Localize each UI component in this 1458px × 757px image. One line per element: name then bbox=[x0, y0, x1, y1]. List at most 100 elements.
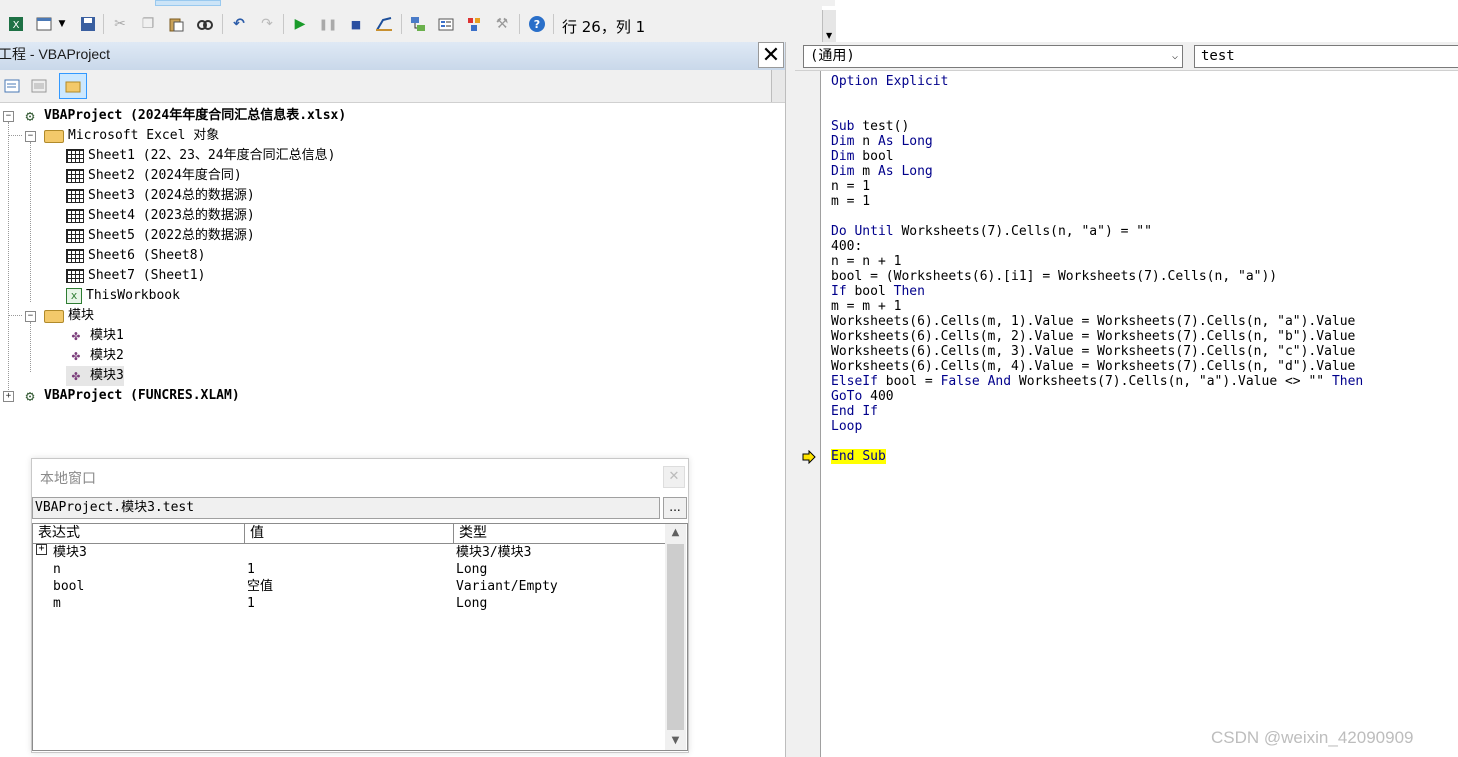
excel-icon[interactable]: X bbox=[6, 14, 26, 34]
tree-item-sheet7[interactable]: Sheet7 (Sheet1) bbox=[66, 266, 205, 286]
toolbar-separator bbox=[401, 14, 402, 34]
code-line[interactable]: Worksheets(6).Cells(m, 2).Value = Worksh… bbox=[831, 329, 1363, 344]
locals-row[interactable]: m 1 Long bbox=[33, 595, 665, 612]
code-line[interactable] bbox=[831, 209, 1363, 224]
tree-item-modules-folder[interactable]: 模块 bbox=[44, 306, 94, 326]
code-line[interactable]: m = m + 1 bbox=[831, 299, 1363, 314]
code-line[interactable]: Dim bool bbox=[831, 149, 1363, 164]
locals-value[interactable]: 1 bbox=[247, 595, 255, 612]
code-margin-indicator-bar[interactable] bbox=[795, 71, 821, 757]
code-line[interactable] bbox=[831, 104, 1363, 119]
locals-scrollbar[interactable]: ▲ ▼ bbox=[665, 524, 686, 750]
tree-item-module2[interactable]: ✤ 模块2 bbox=[66, 346, 124, 366]
module-icon: ✤ bbox=[71, 348, 81, 364]
paste-icon[interactable] bbox=[166, 14, 186, 34]
tree-item-sheet2[interactable]: Sheet2 (2024年度合同) bbox=[66, 166, 242, 186]
expand-icon[interactable]: + bbox=[3, 391, 14, 402]
code-line[interactable]: End If bbox=[831, 404, 1363, 419]
tree-item-module3[interactable]: ✤ 模块3 bbox=[66, 366, 124, 386]
tree-item-excel-objects[interactable]: Microsoft Excel 对象 bbox=[44, 126, 219, 146]
sheet-icon bbox=[66, 189, 84, 203]
scroll-up-icon[interactable]: ▲ bbox=[665, 524, 686, 542]
insert-userform-icon[interactable] bbox=[34, 14, 54, 34]
code-line[interactable] bbox=[831, 434, 1363, 449]
close-icon[interactable]: ✕ bbox=[758, 42, 784, 68]
locals-row[interactable]: n 1 Long bbox=[33, 561, 665, 578]
code-line[interactable]: Option Explicit bbox=[831, 74, 1363, 89]
save-icon[interactable] bbox=[78, 14, 98, 34]
column-header-type[interactable]: 类型 bbox=[454, 524, 665, 543]
code-line[interactable]: ElseIf bool = False And Worksheets(7).Ce… bbox=[831, 374, 1363, 389]
sheet-icon bbox=[66, 229, 84, 243]
tree-connector bbox=[8, 135, 22, 136]
toolbox-icon[interactable]: ⚒ bbox=[492, 14, 512, 34]
locals-value[interactable]: 空值 bbox=[247, 578, 273, 595]
scroll-thumb[interactable] bbox=[667, 544, 684, 730]
break-icon[interactable]: ❚❚ bbox=[318, 14, 338, 34]
code-line[interactable]: Worksheets(6).Cells(m, 3).Value = Worksh… bbox=[831, 344, 1363, 359]
code-line[interactable] bbox=[831, 89, 1363, 104]
call-stack-button[interactable]: ... bbox=[663, 497, 687, 519]
locals-value[interactable]: 1 bbox=[247, 561, 255, 578]
tree-item-vbaproject-main[interactable]: ⚙ VBAProject (2024年年度合同汇总信息表.xlsx) bbox=[20, 106, 346, 126]
code-line[interactable]: m = 1 bbox=[831, 194, 1363, 209]
find-icon[interactable] bbox=[195, 14, 215, 34]
vba-project-icon: ⚙ bbox=[25, 387, 35, 405]
tree-item-sheet5[interactable]: Sheet5 (2022总的数据源) bbox=[66, 226, 255, 246]
cut-icon[interactable]: ✂ bbox=[110, 14, 130, 34]
column-header-expression[interactable]: 表达式 bbox=[33, 524, 245, 543]
tree-item-sheet4[interactable]: Sheet4 (2023总的数据源) bbox=[66, 206, 255, 226]
code-line[interactable]: Loop bbox=[831, 419, 1363, 434]
view-code-icon[interactable] bbox=[0, 74, 24, 98]
tree-item-thisworkbook[interactable]: x ThisWorkbook bbox=[66, 286, 180, 306]
code-line[interactable]: n = 1 bbox=[831, 179, 1363, 194]
tree-item-sheet3[interactable]: Sheet3 (2024总的数据源) bbox=[66, 186, 255, 206]
code-line[interactable]: End Sub bbox=[831, 449, 1363, 464]
help-icon[interactable]: ? bbox=[527, 14, 547, 34]
code-line[interactable]: Sub test() bbox=[831, 119, 1363, 134]
redo-icon[interactable]: ↷ bbox=[257, 14, 277, 34]
collapse-icon[interactable]: − bbox=[25, 311, 36, 322]
locals-row[interactable]: + 模块3 模块3/模块3 bbox=[33, 544, 665, 561]
code-line[interactable]: n = n + 1 bbox=[831, 254, 1363, 269]
code-line[interactable]: If bool Then bbox=[831, 284, 1363, 299]
procedure-dropdown[interactable]: test bbox=[1194, 45, 1458, 68]
properties-icon[interactable] bbox=[436, 14, 456, 34]
tree-item-sheet1[interactable]: Sheet1 (22、23、24年度合同汇总信息) bbox=[66, 146, 335, 166]
undo-icon[interactable]: ↶ bbox=[229, 14, 249, 34]
code-line[interactable]: Dim m As Long bbox=[831, 164, 1363, 179]
code-line[interactable]: GoTo 400 bbox=[831, 389, 1363, 404]
run-icon[interactable]: ▶ bbox=[290, 14, 310, 34]
code-editor[interactable]: Option Explicit Sub test() Dim n As Long D… bbox=[795, 71, 1458, 757]
column-header-value[interactable]: 值 bbox=[245, 524, 454, 543]
locals-row[interactable]: bool 空值 Variant/Empty bbox=[33, 578, 665, 595]
tree-item-vbaproject-funcres[interactable]: ⚙ VBAProject (FUNCRES.XLAM) bbox=[20, 386, 239, 406]
tree-connector bbox=[30, 322, 31, 372]
chevron-down-icon: ▼ bbox=[826, 31, 833, 40]
design-mode-icon[interactable] bbox=[374, 14, 394, 34]
code-line[interactable]: Worksheets(6).Cells(m, 4).Value = Worksh… bbox=[831, 359, 1363, 374]
reset-icon[interactable]: ■ bbox=[346, 14, 366, 34]
collapse-icon[interactable]: − bbox=[25, 131, 36, 142]
code-line[interactable]: Do Until Worksheets(7).Cells(n, "a") = "… bbox=[831, 224, 1363, 239]
project-explorer-icon[interactable] bbox=[408, 14, 428, 34]
code-line[interactable]: Dim n As Long bbox=[831, 134, 1363, 149]
watermark: CSDN @weixin_42090909 bbox=[1211, 728, 1414, 747]
toolbar-overflow-grip[interactable]: ▼ bbox=[822, 10, 836, 42]
collapse-icon[interactable]: − bbox=[3, 111, 14, 122]
close-icon[interactable]: ✕ bbox=[663, 466, 685, 488]
dropdown-arrow-icon[interactable]: ▼ bbox=[56, 14, 68, 34]
view-object-icon[interactable] bbox=[27, 74, 51, 98]
tree-item-sheet6[interactable]: Sheet6 (Sheet8) bbox=[66, 246, 205, 266]
scroll-down-icon[interactable]: ▼ bbox=[665, 732, 686, 750]
object-browser-icon[interactable] bbox=[464, 14, 484, 34]
code-line[interactable]: bool = (Worksheets(6).[i1] = Worksheets(… bbox=[831, 269, 1363, 284]
project-scrollbar[interactable] bbox=[771, 70, 786, 102]
locals-type: 模块3/模块3 bbox=[456, 545, 532, 560]
code-line[interactable]: 400: bbox=[831, 239, 1363, 254]
tree-item-module1[interactable]: ✤ 模块1 bbox=[66, 326, 124, 346]
copy-icon[interactable]: ❐ bbox=[138, 14, 158, 34]
code-line[interactable]: Worksheets(6).Cells(m, 1).Value = Worksh… bbox=[831, 314, 1363, 329]
object-dropdown[interactable]: (通用) ⌵ bbox=[803, 45, 1183, 68]
toggle-folders-icon[interactable] bbox=[59, 73, 87, 99]
